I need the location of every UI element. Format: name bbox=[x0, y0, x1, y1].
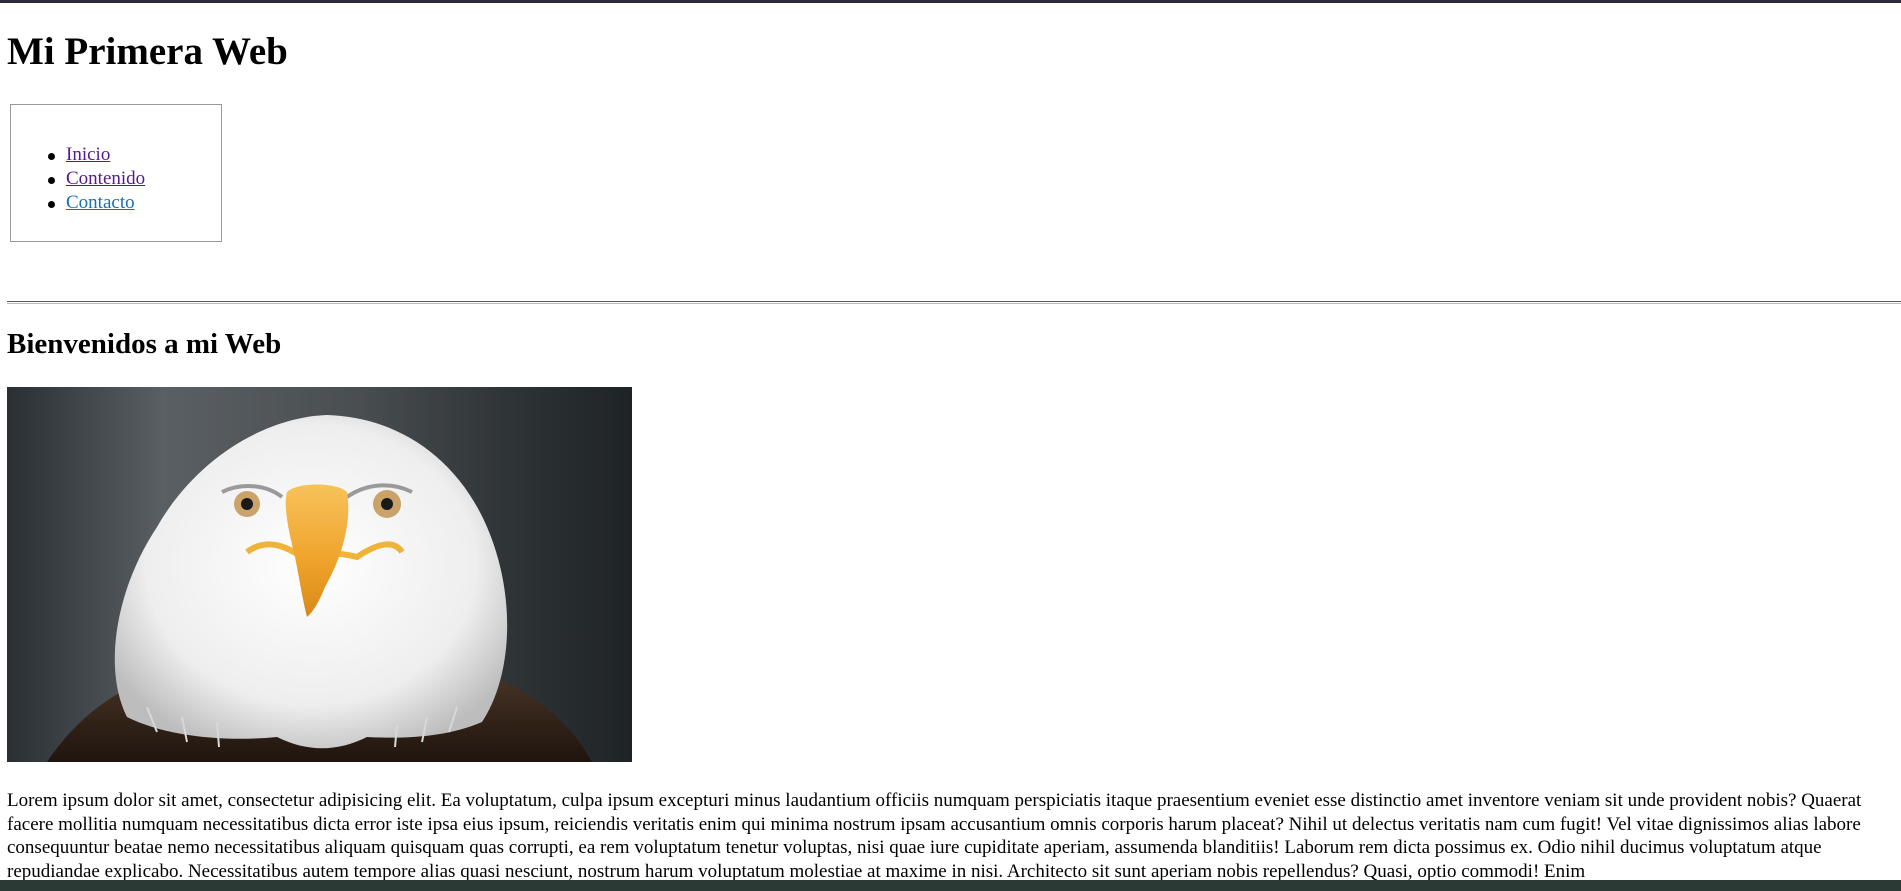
lorem-paragraph: Lorem ipsum dolor sit amet, consectetur … bbox=[7, 790, 1862, 882]
site-title: Mi Primera Web bbox=[7, 30, 288, 73]
nav-link-contacto[interactable]: Contacto bbox=[66, 192, 135, 213]
nav-list: Inicio Contenido Contacto bbox=[48, 143, 145, 215]
os-taskbar bbox=[0, 880, 1901, 891]
nav-link-inicio[interactable]: Inicio bbox=[66, 144, 110, 165]
nav-item-inicio: Inicio bbox=[48, 143, 145, 167]
bullet-icon bbox=[48, 201, 55, 208]
nav-menu: Inicio Contenido Contacto bbox=[10, 104, 222, 242]
nav-item-contacto: Contacto bbox=[48, 191, 145, 215]
horizontal-rule bbox=[7, 301, 1901, 304]
browser-top-border bbox=[0, 0, 1901, 3]
nav-link-contenido[interactable]: Contenido bbox=[66, 168, 145, 189]
bullet-icon bbox=[48, 153, 55, 160]
nav-item-contenido: Contenido bbox=[48, 167, 145, 191]
bullet-icon bbox=[48, 177, 55, 184]
welcome-heading: Bienvenidos a mi Web bbox=[7, 328, 282, 360]
eagle-image bbox=[7, 387, 632, 762]
